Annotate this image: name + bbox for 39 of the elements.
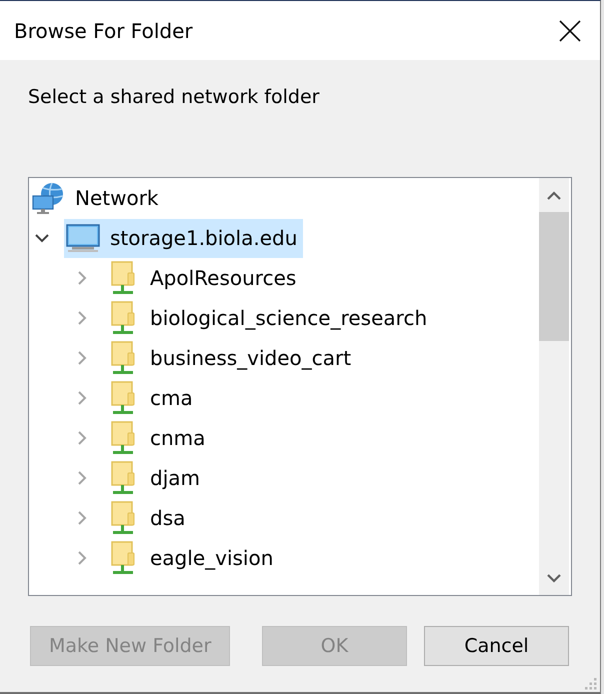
scroll-down-icon[interactable] [547,574,561,582]
shared-folder-icon [111,461,135,495]
scrollbar-thumb[interactable] [539,212,569,341]
shared-folder-icon [111,261,135,295]
scroll-up-icon[interactable] [547,190,561,200]
chevron-down-icon[interactable] [35,233,49,243]
tree-item[interactable]: cma [104,378,199,418]
close-button[interactable] [559,20,581,42]
instruction-text: Select a shared network folder [28,85,320,109]
tree-item[interactable]: cnma [104,418,212,458]
computer-monitor-icon [66,224,100,252]
tree-item[interactable]: ApolResources [104,258,302,298]
network-globe-icon [32,182,64,214]
tree-item[interactable]: dsa [104,498,192,538]
chevron-right-icon[interactable] [77,391,87,405]
shared-folder-icon [111,341,135,375]
tree-item[interactable]: Network [29,178,165,218]
chevron-right-icon[interactable] [77,511,87,525]
tree-item[interactable]: eagle_vision [104,538,280,578]
shared-folder-icon [111,541,135,575]
chevron-right-icon[interactable] [77,351,87,365]
dialog-button[interactable]: Cancel [424,626,569,666]
shared-folder-icon [111,501,135,535]
close-icon [559,20,581,42]
tree-item[interactable]: biological_science_research [104,298,434,338]
chevron-right-icon[interactable] [77,471,87,485]
tree-item[interactable]: business_video_cart [104,338,358,378]
resize-grip-icon[interactable] [583,676,597,690]
chevron-right-icon[interactable] [77,271,87,285]
window-title: Browse For Folder [14,18,193,42]
chevron-right-icon[interactable] [77,431,87,445]
chevron-right-icon[interactable] [77,311,87,325]
shared-folder-icon [111,381,135,415]
chevron-right-icon[interactable] [77,551,87,565]
tree-item[interactable]: djam [104,458,206,498]
tree-item[interactable]: storage1.biola.edu [64,218,304,258]
vertical-scrollbar[interactable] [539,178,569,595]
shared-folder-icon [111,421,135,455]
shared-folder-icon [111,301,135,335]
